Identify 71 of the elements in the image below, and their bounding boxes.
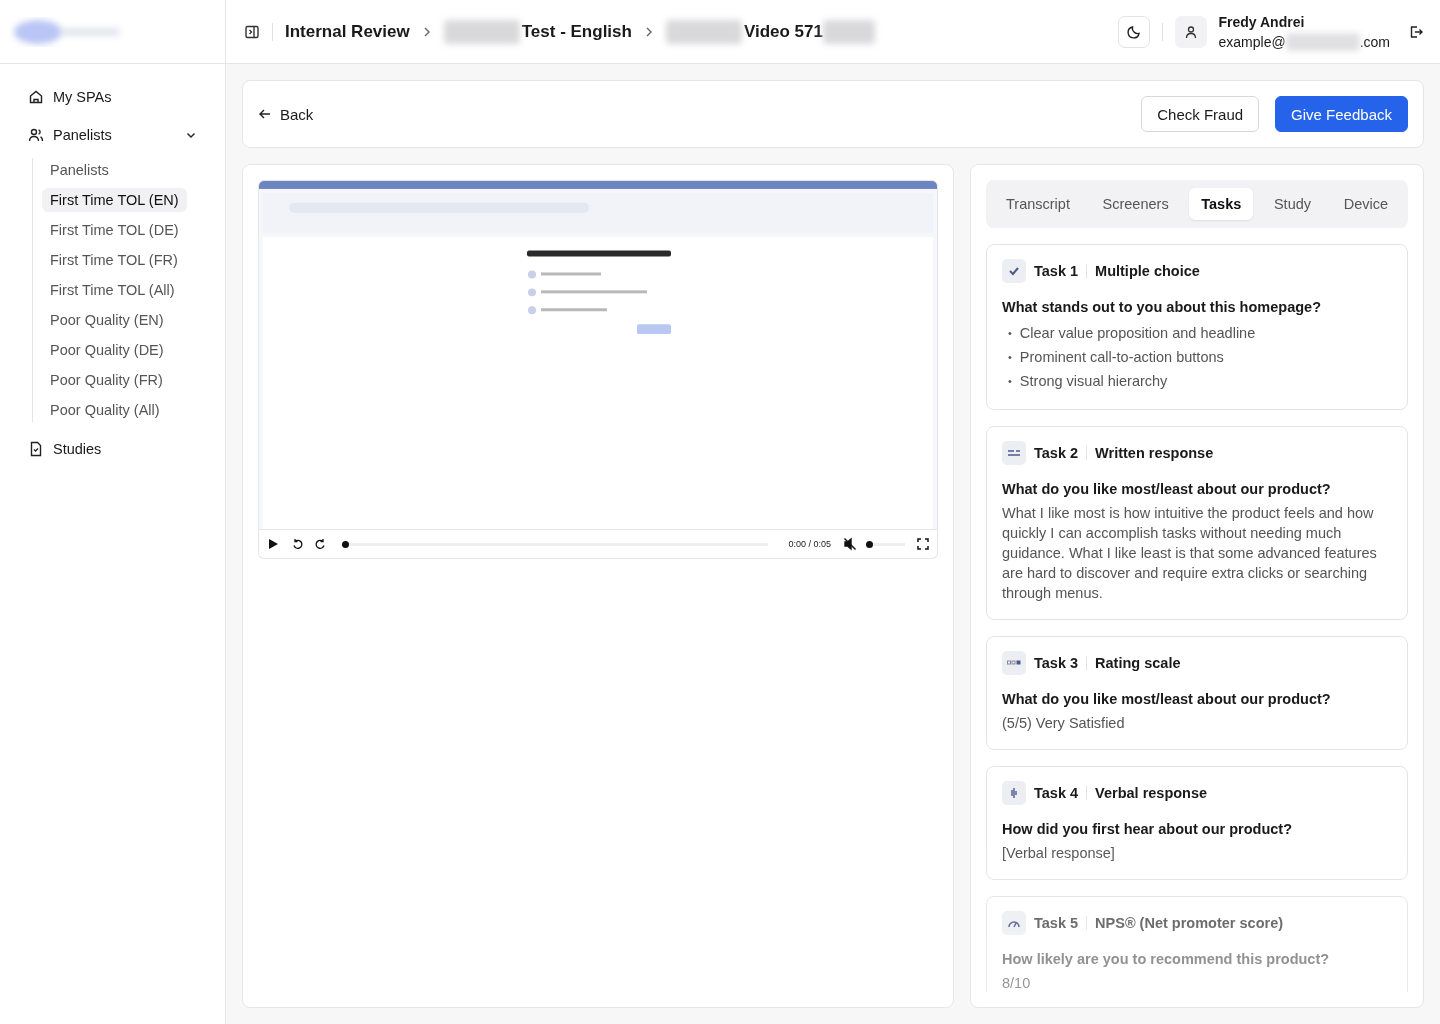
forward-icon[interactable] [315, 538, 327, 550]
arrow-left-icon [258, 107, 272, 121]
task-number: Task 2 [1034, 445, 1079, 461]
task-answer: (5/5) Very Satisfied [1002, 714, 1126, 733]
back-button[interactable]: Back [258, 105, 314, 123]
tab[interactable]: Transcript [994, 188, 1082, 220]
dark-mode-button[interactable] [1117, 15, 1150, 48]
user-email: .com [1359, 32, 1390, 52]
task-question: What do you like most/least about our product? [1002, 481, 1332, 497]
avatar-icon [1174, 15, 1207, 48]
sidebar-subitem[interactable]: Poor Quality (FR) [42, 368, 171, 392]
task-type: Verbal response [1095, 785, 1208, 801]
moon-icon [1125, 23, 1142, 40]
task-type: Written response [1095, 445, 1214, 461]
volume-icon[interactable] [843, 537, 857, 551]
sidebar-subitem[interactable]: First Time TOL (DE) [42, 218, 187, 242]
sidebar-item[interactable]: Panelists [28, 124, 209, 146]
task-type: Multiple choice [1095, 263, 1200, 279]
rewind-icon[interactable] [291, 538, 303, 550]
play-icon[interactable] [267, 538, 279, 550]
sidebar-subitem[interactable]: First Time TOL (EN) [42, 188, 187, 212]
breadcrumb-link[interactable]: Video 571 [743, 21, 823, 42]
bullet-mark: • [1008, 326, 1012, 341]
answer-option: Prominent call-to-action buttons [1019, 345, 1224, 369]
bullet-mark: • [1008, 374, 1012, 389]
task-number: Task 1 [1034, 263, 1079, 279]
home-icon [28, 89, 44, 105]
people-icon [28, 127, 44, 143]
task-type: Rating scale [1095, 655, 1181, 671]
task-question: What do you like most/least about our product? [1002, 691, 1332, 707]
task-type: NPS® (Net promoter score) [1095, 915, 1284, 931]
answer-option: Strong visual hierarchy [1019, 369, 1168, 393]
sidebar-subitem[interactable]: First Time TOL (FR) [42, 248, 186, 272]
document-icon [28, 441, 44, 457]
tab[interactable]: Study [1261, 188, 1324, 220]
sidebar-item[interactable]: My SPAs [28, 86, 209, 108]
sidebar-toggle-icon[interactable] [244, 23, 260, 40]
sidebar-subitem[interactable]: Poor Quality (DE) [42, 338, 172, 362]
task-type-icon [1002, 911, 1026, 935]
sidebar-subitem[interactable]: Panelists [42, 158, 117, 182]
tab[interactable]: Tasks [1189, 188, 1254, 220]
logout-icon[interactable] [1408, 23, 1424, 40]
task-question: How did you first hear about our product? [1002, 821, 1293, 837]
task-type-icon [1002, 441, 1026, 465]
task-question: How likely are you to recommend this product? [1002, 951, 1331, 967]
breadcrumb-link[interactable]: Test - English [521, 21, 632, 42]
sidebar-subitem[interactable]: First Time TOL (All) [42, 278, 183, 302]
tab[interactable]: Device [1331, 188, 1400, 220]
task-number: Task 5 [1034, 915, 1079, 931]
primary-button[interactable]: Give Feedback [1275, 96, 1408, 132]
video-time: 0:00 / 0:05 [788, 539, 831, 549]
task-type-icon [1002, 259, 1026, 283]
sidebar-subitem[interactable]: Poor Quality (EN) [42, 308, 172, 332]
user-name: Fredy Andrei [1218, 12, 1306, 32]
task-answer: What I like most is how intuitive the product feels and how quickly I can accomplish tasks without needing much guidance. What I like least is that some advanced features are hard to discover and require extra clicks or searching through menus. [1002, 504, 1378, 603]
task-type-icon [1002, 781, 1026, 805]
fullscreen-icon[interactable] [917, 538, 929, 550]
task-question: What stands out to you about this homepage? [1002, 299, 1322, 315]
answer-option: Clear value proposition and headline [1019, 321, 1256, 345]
tab[interactable]: Screeners [1090, 188, 1181, 220]
user-email: example@ [1218, 32, 1286, 52]
sidebar-subitem[interactable]: Poor Quality (All) [42, 398, 168, 422]
task-answer: [Verbal response] [1002, 844, 1116, 863]
secondary-button[interactable]: Check Fraud [1141, 96, 1260, 132]
task-type-icon [1002, 651, 1026, 675]
task-number: Task 4 [1034, 785, 1079, 801]
breadcrumb-link[interactable]: Internal Review [285, 21, 410, 42]
sidebar-item[interactable]: Studies [28, 438, 209, 460]
task-answer: 8/10 [1002, 974, 1032, 992]
task-number: Task 3 [1034, 655, 1079, 671]
bullet-mark: • [1008, 350, 1012, 365]
